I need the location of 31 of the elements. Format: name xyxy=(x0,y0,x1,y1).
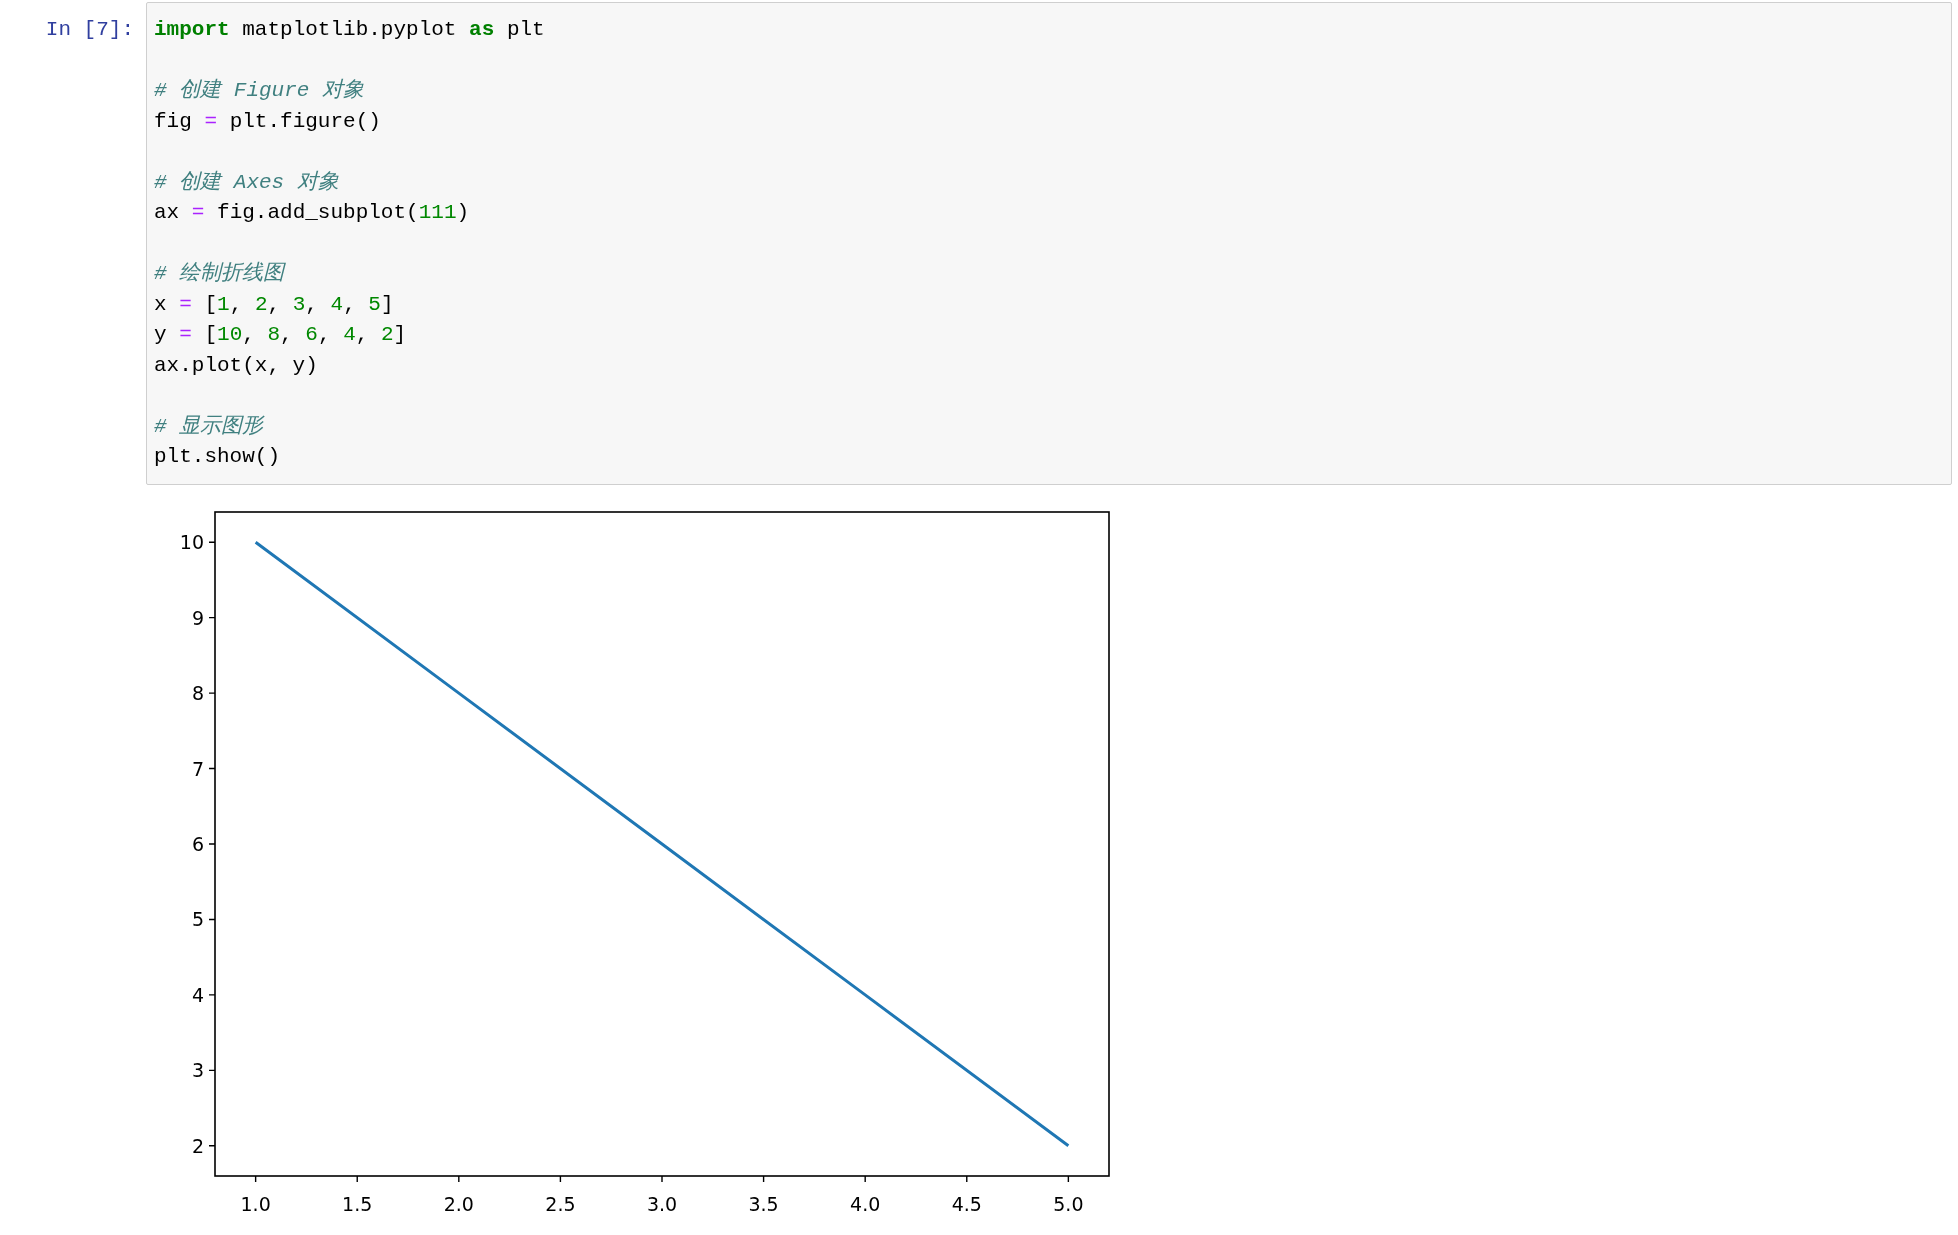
tick-label: 4 xyxy=(191,983,204,1006)
tick-label: 8 xyxy=(191,681,204,704)
cell-prompt: In [7]: xyxy=(45,17,134,43)
code-comment: # 绘制折线图 xyxy=(154,260,285,287)
tick-label: 1.5 xyxy=(342,1192,373,1215)
tick-label: 2.0 xyxy=(443,1192,474,1215)
tick-label: 7 xyxy=(191,757,204,780)
code-line: plt.show() xyxy=(154,444,281,470)
tick-label: 5.0 xyxy=(1053,1192,1084,1215)
tick-label: 10 xyxy=(179,530,204,553)
tick-label: 3.0 xyxy=(646,1192,678,1215)
tick-label: 2.5 xyxy=(545,1192,576,1215)
code-line: y = [10, 8, 6, 4, 2] xyxy=(154,322,407,348)
tick-label: 4.0 xyxy=(850,1192,881,1215)
tick-label: 5 xyxy=(191,907,204,930)
tick-label: 1.0 xyxy=(240,1192,271,1215)
tick-label: 3.5 xyxy=(748,1192,779,1215)
tick-label: 4.5 xyxy=(951,1192,982,1215)
tick-label: 9 xyxy=(191,606,204,629)
tick-label: 3 xyxy=(191,1058,204,1081)
code-line: x = [1, 2, 3, 4, 5] xyxy=(154,291,394,318)
code-line: import matplotlib.pyplot as plt xyxy=(154,17,545,43)
code-comment: # 创建 Figure 对象 xyxy=(154,77,365,104)
code-comment: # 创建 Axes 对象 xyxy=(154,169,339,196)
code-line: fig = plt.figure() xyxy=(154,108,381,135)
tick-label: 6 xyxy=(191,832,204,855)
code-line: ax.plot(x, y) xyxy=(154,352,318,379)
code-cell[interactable]: import matplotlib.pyplot as plt # 创建 Figure 对象 fig = plt.figure() # 创建 Axes 对象 ax = fig.add_subplot(111) # 绘制折线图 x = [1, 2, 3, 4, 5] y = [10, 8, 6, 4, 2] ax.plot(x, y) # 显示图形 plt.show() xyxy=(146,2,1952,485)
code-comment: # 显示图形 xyxy=(154,413,264,440)
code-line: ax = fig.add_subplot(111) xyxy=(154,200,470,226)
tick-label: 2 xyxy=(191,1134,204,1157)
